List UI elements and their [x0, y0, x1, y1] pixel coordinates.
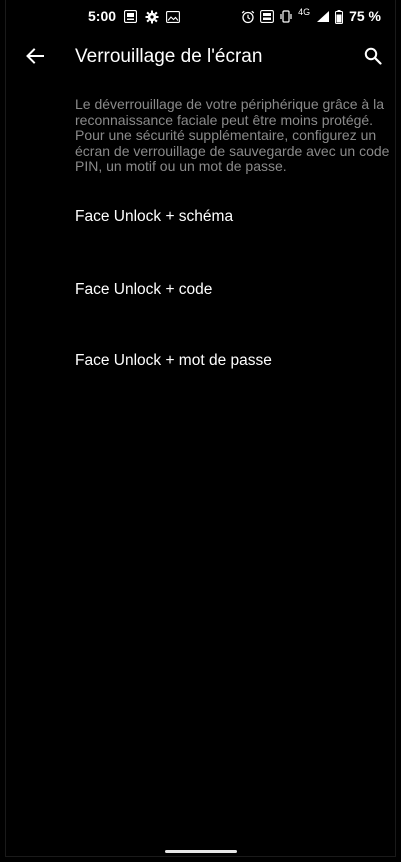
- auto-brightness-icon: [260, 9, 275, 23]
- battery-percentage: 75 %: [349, 8, 381, 24]
- back-button[interactable]: [22, 45, 48, 71]
- status-left: 5:00: [88, 8, 180, 24]
- screen: 5:00 4G 75 % Verrouillage de l'écran Le …: [5, 0, 396, 857]
- page-title: Verrouillage de l'écran: [75, 46, 263, 67]
- arrow-left-icon: [25, 47, 45, 70]
- signal-icon: [316, 10, 330, 23]
- status-bar: 5:00 4G 75 %: [6, 0, 395, 34]
- app-bar: Verrouillage de l'écran: [6, 34, 395, 84]
- image-icon: [166, 10, 180, 23]
- status-time: 5:00: [88, 8, 117, 24]
- option-label: Face Unlock + schéma: [75, 208, 234, 225]
- status-right: 4G 75 %: [241, 6, 381, 24]
- option-label: Face Unlock + mot de passe: [75, 352, 272, 369]
- gesture-navigation-bar[interactable]: [165, 850, 237, 853]
- alarm-icon: [241, 10, 255, 23]
- option-face-unlock-password[interactable]: Face Unlock + mot de passe: [6, 334, 395, 390]
- network-type-label: 4G: [298, 6, 311, 17]
- option-face-unlock-pin[interactable]: Face Unlock + code: [6, 263, 395, 319]
- app-notification-icon: [123, 9, 138, 23]
- option-label: Face Unlock + code: [75, 281, 213, 298]
- gear-icon: [145, 10, 159, 23]
- search-icon: [364, 47, 382, 70]
- vibrate-icon: [279, 9, 292, 23]
- description-text: Le déverrouillage de votre périphérique …: [75, 96, 390, 174]
- search-button[interactable]: [359, 44, 387, 72]
- option-face-unlock-pattern[interactable]: Face Unlock + schéma: [6, 190, 395, 246]
- battery-icon: [335, 9, 344, 24]
